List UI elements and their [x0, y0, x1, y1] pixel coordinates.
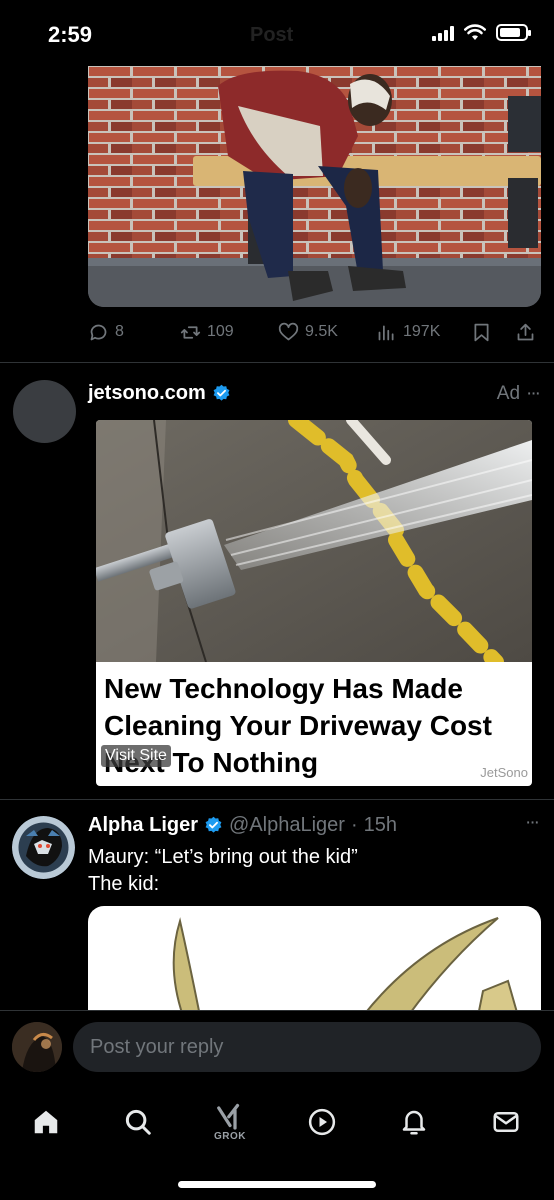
divider: [0, 362, 554, 363]
tab-search[interactable]: [108, 1097, 168, 1147]
like-count: 9.5K: [305, 323, 338, 340]
reply-input[interactable]: [73, 1022, 541, 1072]
video-icon: [308, 1108, 336, 1136]
ad-photo: [96, 420, 532, 662]
search-icon: [125, 1109, 151, 1135]
post-text: Maury: “Let’s bring out the kid” The kid…: [88, 844, 358, 898]
home-indicator: [178, 1181, 376, 1188]
repost-button[interactable]: 109: [180, 322, 234, 343]
share-icon: [517, 323, 534, 340]
bookmark-button[interactable]: [471, 322, 492, 343]
ad-advertiser-name: jetsono.com: [88, 382, 206, 404]
status-icons: [432, 24, 531, 41]
reply-count: 8: [115, 323, 124, 340]
liger-avatar-image: [12, 816, 75, 879]
reply-bar: [0, 1010, 554, 1085]
tab-notifications[interactable]: [384, 1097, 444, 1147]
ad-brand: JetSono: [480, 765, 528, 780]
repost-icon: [180, 325, 201, 339]
author-name[interactable]: Alpha Liger: [88, 814, 198, 837]
grok-label: GROK: [214, 1130, 246, 1142]
user-avatar-image: [12, 1022, 62, 1072]
horns-image: [172, 917, 520, 1016]
wifi-icon: [464, 24, 486, 40]
post-text-line: Maury: “Let’s bring out the kid”: [88, 846, 358, 868]
alpha-liger-avatar[interactable]: [12, 816, 75, 879]
tab-messages[interactable]: [476, 1097, 536, 1147]
post-more-button[interactable]: ···: [525, 812, 540, 834]
messages-icon: [493, 1112, 519, 1132]
verified-icon: [213, 384, 230, 401]
post-time[interactable]: 15h: [364, 814, 397, 837]
ad-advertiser[interactable]: jetsono.com: [88, 382, 231, 405]
user-avatar[interactable]: [12, 1022, 62, 1072]
views-icon: [378, 325, 394, 340]
bottom-tab-bar: GROK: [0, 1085, 554, 1200]
ad-card[interactable]: New Technology Has Made Cleaning Your Dr…: [96, 420, 532, 786]
tab-grok[interactable]: GROK: [200, 1097, 260, 1147]
bookmark-icon: [474, 323, 489, 341]
tab-video[interactable]: [292, 1097, 352, 1147]
ad-more-button[interactable]: ···: [526, 383, 541, 405]
status-time: 2:59: [48, 22, 93, 47]
visit-site-button[interactable]: Visit Site: [101, 745, 171, 767]
share-button[interactable]: [515, 322, 536, 343]
home-icon: [34, 1110, 58, 1134]
post-image[interactable]: [88, 906, 541, 1016]
cellular-signal-icon: [432, 25, 454, 41]
views-count: 197K: [403, 323, 441, 340]
post-image[interactable]: [88, 66, 541, 307]
ad-label-group: Ad ···: [496, 383, 541, 405]
author-handle[interactable]: @AlphaLiger: [229, 814, 345, 837]
post-actions: 8 109 9.5K 197K: [88, 318, 540, 346]
like-icon: [278, 322, 299, 340]
status-bar: 2:59 Post: [0, 0, 554, 66]
post-author-header: Alpha Liger @AlphaLiger · 15h: [88, 814, 397, 837]
ad-avatar[interactable]: [13, 380, 76, 443]
repost-count: 109: [207, 323, 234, 340]
worker-photo: [88, 66, 541, 307]
reply-icon: [90, 324, 107, 340]
reply-button[interactable]: 8: [88, 322, 124, 343]
battery-icon: [496, 24, 531, 41]
notifications-icon: [402, 1110, 426, 1135]
tab-home[interactable]: [16, 1097, 76, 1147]
page-title: Post: [250, 24, 294, 46]
views-button[interactable]: 197K: [376, 322, 440, 343]
ad-label: Ad: [496, 383, 521, 404]
post-text-line: The kid:: [88, 873, 160, 895]
divider: [0, 799, 554, 800]
like-button[interactable]: 9.5K: [278, 322, 338, 343]
meta-separator: ·: [350, 814, 358, 836]
verified-icon: [205, 816, 222, 833]
grok-icon: [217, 1103, 240, 1130]
